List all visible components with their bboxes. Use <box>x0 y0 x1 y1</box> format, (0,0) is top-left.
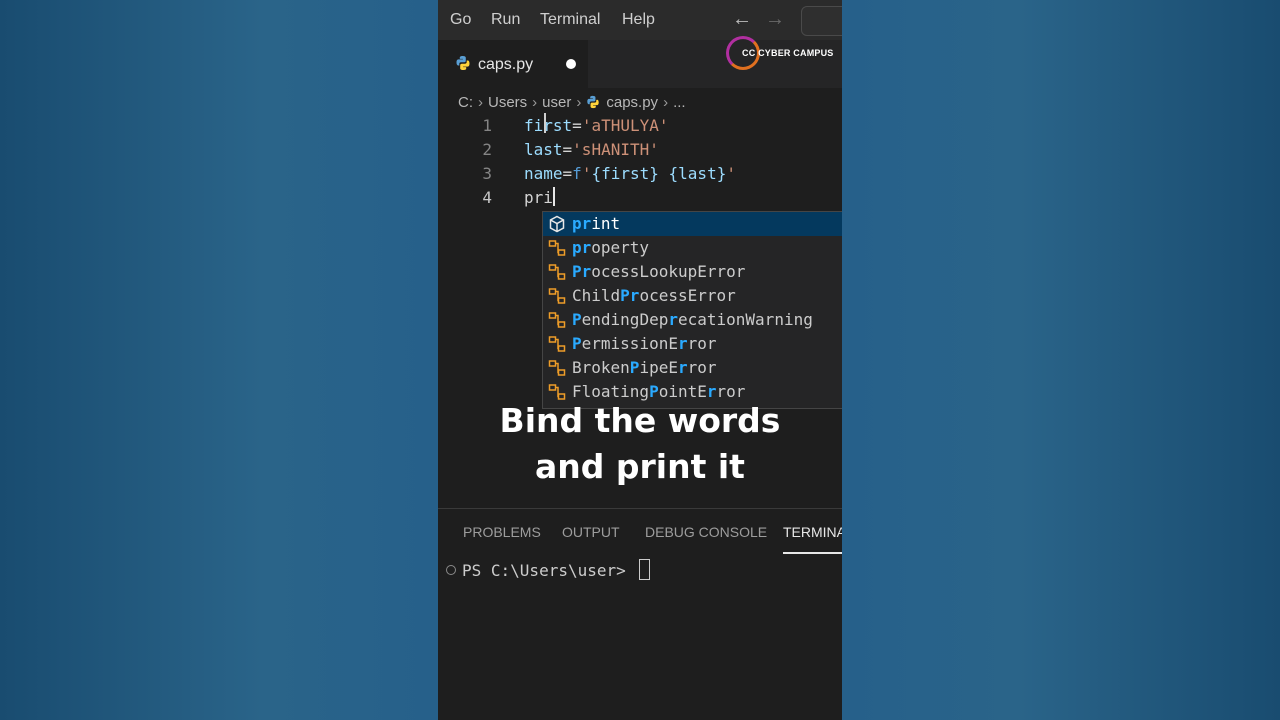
breadcrumb-ellipsis[interactable]: ... <box>673 94 686 111</box>
suggestion-item[interactable]: print <box>543 212 842 236</box>
breadcrumb-users[interactable]: Users <box>488 94 527 111</box>
active-tab-indicator <box>783 552 842 554</box>
tab-caps-py[interactable]: caps.py <box>438 40 588 88</box>
video-caption: Bind the words and print it <box>438 398 842 490</box>
breadcrumb-drive[interactable]: C: <box>458 94 473 111</box>
terminal-prompt-line[interactable]: PS C:\Users\user> <box>446 559 651 580</box>
suggestion-label-childprocesserror: ChildProcessError <box>572 286 736 305</box>
line-number: 2 <box>482 140 492 159</box>
terminal-cursor <box>639 559 651 580</box>
caption-line: Bind the words <box>499 401 781 440</box>
tab-output[interactable]: OUTPUT <box>562 524 620 540</box>
code-line-active: 4 pri <box>438 186 842 210</box>
suggestion-item[interactable]: ProcessLookupError <box>543 260 842 284</box>
tab-problems[interactable]: PROBLEMS <box>463 524 541 540</box>
tab-debug-console[interactable]: DEBUG CONSOLE <box>645 524 767 540</box>
forward-arrow-icon[interactable]: → <box>765 8 785 31</box>
code-line: 1 first='aTHULYA' <box>438 114 842 138</box>
python-file-icon <box>456 56 470 70</box>
code-line: 3 name=f'{first} {last}' <box>438 162 842 186</box>
command-decoration-icon[interactable] <box>446 565 456 575</box>
tab-label: caps.py <box>478 56 534 73</box>
autocomplete-suggestions: print property ProcessLookupError ChildP… <box>542 211 842 409</box>
unsaved-dot-icon[interactable] <box>566 59 576 69</box>
code-line: 2 last='sHANITH' <box>438 138 842 162</box>
suggestion-item[interactable]: PermissionError <box>543 332 842 356</box>
cube-icon <box>549 215 565 233</box>
chevron-right-icon: › <box>663 93 669 111</box>
mouse-ibeam-icon <box>544 113 546 133</box>
class-icon <box>548 360 566 376</box>
background-right <box>842 0 1280 720</box>
breadcrumb-file[interactable]: caps.py <box>606 94 658 111</box>
breadcrumb: C: › Users › user › caps.py ›... <box>458 93 686 113</box>
line-number: 1 <box>482 116 492 135</box>
panel-tabs: PROBLEMS OUTPUT DEBUG CONSOLE TERMINA <box>438 509 842 555</box>
suggestion-label-processlookuperror: ProcessLookupError <box>572 262 746 281</box>
chevron-right-icon: › <box>532 93 538 111</box>
code-text: last='sHANITH' <box>524 140 659 159</box>
suggestion-label-brokenpipeerror: BrokenPipeError <box>572 358 717 377</box>
suggestion-label-print: print <box>572 214 621 233</box>
tab-terminal[interactable]: TERMINA <box>783 524 842 540</box>
chevron-right-icon: › <box>576 93 582 111</box>
suggestion-item[interactable]: ChildProcessError <box>543 284 842 308</box>
breadcrumb-user[interactable]: user <box>542 94 571 111</box>
background-left <box>0 0 438 720</box>
logo-text: CC CYBER CAMPUS <box>742 48 834 58</box>
back-arrow-icon[interactable]: ← <box>732 8 752 31</box>
caption-line: and print it <box>535 447 745 486</box>
terminal-prompt: PS C:\Users\user> <box>462 561 636 580</box>
menu-go[interactable]: Go <box>450 11 471 29</box>
menu-help[interactable]: Help <box>622 11 655 29</box>
code-editor[interactable]: 1 first='aTHULYA' 2 last='sHANITH' 3 nam… <box>438 112 842 212</box>
line-number: 3 <box>482 164 492 183</box>
command-center-search[interactable] <box>801 6 842 36</box>
class-icon <box>548 264 566 280</box>
class-icon <box>548 312 566 328</box>
class-icon <box>548 240 566 256</box>
suggestion-item[interactable]: PendingDeprecationWarning <box>543 308 842 332</box>
suggestion-label-property: property <box>572 238 650 257</box>
code-text: name=f'{first} {last}' <box>524 164 736 183</box>
suggestion-item[interactable]: BrokenPipeError <box>543 356 842 380</box>
suggestion-item[interactable]: property <box>543 236 842 260</box>
chevron-right-icon: › <box>478 93 483 111</box>
python-file-icon <box>587 95 600 109</box>
bottom-panel: PROBLEMS OUTPUT DEBUG CONSOLE TERMINA PS… <box>438 508 842 720</box>
suggestion-label-pendingdeprecationwarning: PendingDeprecationWarning <box>572 310 813 329</box>
text-cursor <box>552 187 555 206</box>
class-icon <box>548 288 566 304</box>
suggestion-label-permissionerror: PermissionError <box>572 334 717 353</box>
menu-run[interactable]: Run <box>491 11 520 29</box>
code-text: pri <box>524 187 555 207</box>
class-icon <box>548 336 566 352</box>
cyber-campus-logo: CC CYBER CAMPUS <box>726 34 836 74</box>
vscode-window: Go Run Terminal Help ← → caps.py CC CYBE… <box>438 0 842 720</box>
menu-terminal[interactable]: Terminal <box>540 11 600 29</box>
line-number: 4 <box>482 188 492 207</box>
